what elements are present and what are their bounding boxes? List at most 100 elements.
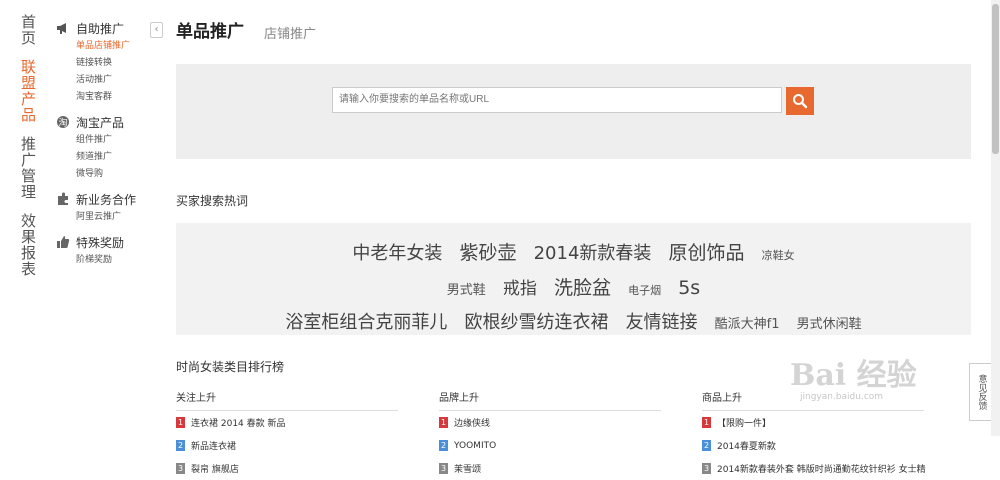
ranking-row[interactable]: 3 2014新款春装外套 韩版时尚通勤花纹针织衫 女士精 [702, 457, 965, 480]
sub-nav-item-channel[interactable]: 频道推广 [56, 149, 156, 166]
main-nav: 首页 联盟产品 推广管理 效果报表 [18, 14, 42, 290]
sub-nav-group-new-biz: 新业务合作 阿里云推广 [56, 189, 156, 226]
puzzle-icon [58, 192, 68, 205]
scrollbar-thumb[interactable] [992, 4, 999, 154]
hot-keyword-row: 浴室柜组合克丽菲儿 欧根纱雪纺连衣裙 友情链接 酷派大神f1 男式休闲鞋 [186, 307, 961, 341]
sub-nav-item-tier-reward[interactable]: 阶梯奖励 [56, 252, 156, 269]
hot-keyword[interactable]: 男式鞋 [447, 283, 486, 298]
ranking-row-label: 茉雪颂 [454, 465, 482, 475]
sub-nav-item-micro-guide[interactable]: 微导购 [56, 166, 156, 183]
megaphone-icon [57, 23, 66, 34]
sub-nav-item-item-store-promo[interactable]: 单品店铺推广 [56, 38, 156, 55]
ranking-row[interactable]: 1 【限购一件】 [702, 411, 965, 434]
sub-nav-item-taoke-group[interactable]: 淘宝客群 [56, 89, 156, 106]
sub-nav-group-taobao: 淘 淘宝产品 组件推广 频道推广 微导购 [56, 112, 156, 183]
feedback-label: 意见反馈 [976, 374, 987, 410]
hot-keywords-panel: 中老年女装 紫砂壶 2014新款春装 原创饰品 凉鞋女 男式鞋 戒指 洗脸盆 电… [176, 223, 971, 335]
ranking-row[interactable]: 2 新品连衣裙 [176, 434, 439, 457]
sub-nav-group-title: 新业务合作 [76, 192, 137, 207]
sub-nav-group-header[interactable]: 特殊奖励 [56, 232, 156, 252]
ranking-column-brand: 品牌上升 1 边缘侠线 2 YOOMITO 3 茉雪颂 [439, 389, 702, 480]
sub-nav-item-widget[interactable]: 组件推广 [56, 132, 156, 149]
ranking-row-label: 新品连衣裙 [191, 442, 237, 452]
svg-text:淘: 淘 [58, 117, 67, 129]
main-nav-reports[interactable]: 效果报表 [18, 213, 37, 277]
ranking-row[interactable]: 3 裂帛 旗舰店 [176, 457, 439, 480]
ranking-row[interactable]: 2 2014春夏新款 [702, 434, 965, 457]
rank-number-badge: 3 [439, 463, 448, 474]
sub-nav-group-title: 淘宝产品 [76, 115, 125, 130]
ranking-columns: 关注上升 1 连衣裙 2014 春款 新品 2 新品连衣裙 3 裂帛 旗舰店 品牌上升… [176, 389, 971, 480]
tab-item-promo[interactable]: 单品推广 [176, 17, 244, 42]
search-panel [176, 64, 971, 159]
hot-keyword[interactable]: 紫砂壶 [459, 242, 516, 264]
ranking-column-head: 关注上升 [176, 389, 398, 411]
hot-keyword[interactable]: 洗脸盆 [554, 277, 611, 299]
rank-number-badge: 3 [176, 463, 185, 474]
tab-bar: 单品推广 店铺推广 [176, 0, 971, 60]
collapse-sidebar-button[interactable]: ‹ [150, 22, 163, 38]
ranking-row[interactable]: 1 连衣裙 2014 春款 新品 [176, 411, 439, 434]
sub-nav: 自助推广 单品店铺推广 链接转换 活动推广 淘宝客群 淘 淘宝产品 组件推广 频… [56, 18, 156, 275]
rank-number-badge: 3 [702, 463, 711, 474]
hot-keywords-title: 买家搜索热词 [176, 194, 249, 208]
rank-number-badge: 1 [176, 417, 185, 428]
search-input[interactable] [332, 87, 782, 113]
hot-keyword-row: 男式鞋 戒指 洗脸盆 电子烟 5s [186, 272, 961, 307]
ranking-row-label: 边缘侠线 [454, 419, 491, 429]
main-content: 单品推广 店铺推广 买家搜索热词 中老年女装 紫砂壶 2014新款春装 原创饰品… [176, 0, 971, 480]
hot-keyword[interactable]: 友情链接 [626, 312, 698, 333]
thumbs-up-icon [57, 236, 70, 248]
hot-keyword[interactable]: 戒指 [503, 279, 537, 299]
hot-keyword[interactable]: 男式休闲鞋 [797, 317, 862, 332]
hot-keyword[interactable]: 酷派大神f1 [715, 317, 780, 332]
search-icon [793, 94, 808, 109]
sub-nav-group-self: 自助推广 单品店铺推广 链接转换 活动推广 淘宝客群 [56, 18, 156, 106]
ranking-row[interactable]: 1 边缘侠线 [439, 411, 702, 434]
hot-keyword-row: 中老年女装 紫砂壶 2014新款春装 原创饰品 凉鞋女 [186, 237, 961, 272]
chevron-left-icon: ‹ [154, 24, 159, 35]
ranking-row[interactable]: 2 YOOMITO [439, 434, 702, 457]
baidu-watermark-url: jingyan.baidu.com [800, 392, 884, 402]
ranking-row-label: 【限购一件】 [717, 419, 772, 429]
rank-number-badge: 2 [176, 440, 185, 451]
main-nav-promotion-manage[interactable]: 推广管理 [18, 136, 37, 200]
hot-keyword[interactable]: 2014新款春装 [534, 243, 652, 264]
search-button[interactable] [786, 87, 814, 115]
ranking-row[interactable]: 3 茉雪颂 [439, 457, 702, 480]
ranking-row-label: 连衣裙 2014 春款 新品 [191, 419, 286, 429]
ranking-column-head: 品牌上升 [439, 389, 661, 411]
ranking-column-product: 商品上升 1 【限购一件】 2 2014春夏新款 3 2014新款春装外套 韩版时尚通… [702, 389, 965, 480]
main-nav-products[interactable]: 联盟产品 [18, 59, 37, 123]
rank-number-badge: 2 [702, 440, 711, 451]
ranking-row-label: 2014春夏新款 [717, 442, 776, 452]
sub-nav-group-title: 特殊奖励 [76, 235, 125, 250]
sub-nav-group-reward: 特殊奖励 阶梯奖励 [56, 232, 156, 269]
tab-store-promo[interactable]: 店铺推广 [264, 23, 316, 42]
sub-nav-item-aliyun[interactable]: 阿里云推广 [56, 209, 156, 226]
ranking-row-label: YOOMITO [454, 440, 497, 451]
hot-keyword[interactable]: 原创饰品 [669, 242, 745, 264]
ranking-title: 时尚女装类目排行榜 [176, 360, 285, 374]
rank-number-badge: 1 [439, 417, 448, 428]
hot-keyword[interactable]: 电子烟 [628, 284, 661, 297]
ranking-row-label: 2014新款春装外套 韩版时尚通勤花纹针织衫 女士精 [717, 465, 926, 475]
hot-keyword[interactable]: 欧根纱雪纺连衣裙 [464, 312, 608, 333]
main-nav-home[interactable]: 首页 [18, 14, 37, 46]
sub-nav-item-activity[interactable]: 活动推广 [56, 72, 156, 89]
page-scrollbar[interactable] [991, 0, 1000, 436]
hot-keyword[interactable]: 5s [678, 277, 700, 299]
feedback-button[interactable]: 意见反馈 [969, 363, 993, 421]
hot-keyword[interactable]: 浴室柜组合克丽菲儿 [285, 312, 447, 333]
hot-keyword[interactable]: 凉鞋女 [762, 249, 795, 262]
ranking-row-label: 裂帛 旗舰店 [191, 465, 239, 475]
rank-number-badge: 2 [439, 440, 448, 451]
rank-number-badge: 1 [702, 417, 711, 428]
hot-keyword[interactable]: 中老年女装 [352, 243, 442, 264]
ranking-column-follow: 关注上升 1 连衣裙 2014 春款 新品 2 新品连衣裙 3 裂帛 旗舰店 [176, 389, 439, 480]
sub-nav-group-header[interactable]: 自助推广 [56, 18, 156, 38]
sub-nav-group-header[interactable]: 新业务合作 [56, 189, 156, 209]
taobao-icon: 淘 [57, 116, 69, 129]
sub-nav-item-link-convert[interactable]: 链接转换 [56, 55, 156, 72]
sub-nav-group-header[interactable]: 淘 淘宝产品 [56, 112, 156, 132]
